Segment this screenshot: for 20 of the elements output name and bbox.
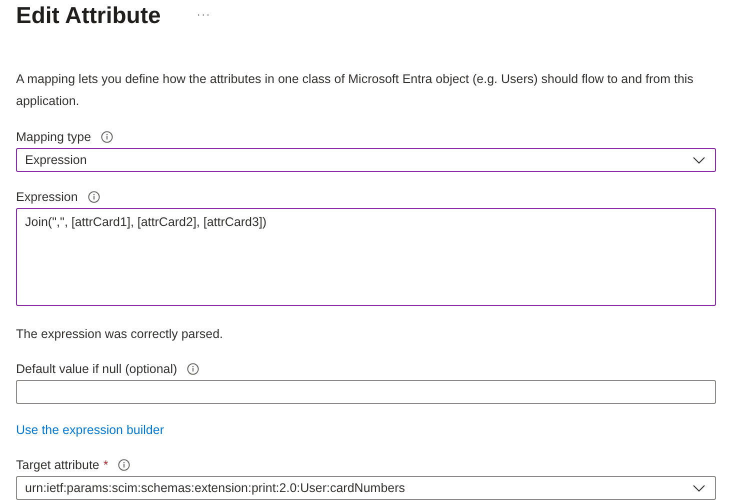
more-options-button[interactable]: ··· bbox=[196, 9, 211, 21]
required-asterisk: * bbox=[103, 458, 108, 472]
chevron-down-icon bbox=[693, 484, 705, 492]
field-label: Mapping type bbox=[16, 130, 92, 144]
info-icon[interactable] bbox=[118, 459, 130, 471]
expression-field[interactable]: Join(",", [attrCard1], [attrCard2], [attrCard3]) bbox=[16, 208, 716, 306]
info-icon[interactable] bbox=[101, 131, 114, 143]
field-label: Default value if null (optional) bbox=[16, 362, 178, 376]
input-field[interactable] bbox=[16, 380, 716, 404]
dropdown-field[interactable]: Expression bbox=[16, 148, 716, 172]
info-icon[interactable] bbox=[187, 363, 200, 375]
dropdown-field[interactable]: urn:ietf:params:scim:schemas:extension:print:2.0:User:cardNumbers bbox=[16, 476, 716, 500]
field-label: Target attribute bbox=[16, 458, 100, 472]
description-text: A mapping lets you define how the attributes in one class of Microsoft Entra object (e.g. Users) should flow to and from this application. bbox=[16, 71, 694, 110]
field-label: Expression bbox=[16, 190, 78, 204]
info-icon[interactable] bbox=[88, 191, 100, 203]
chevron-down-icon bbox=[693, 156, 705, 164]
status-text: The expression was correctly parsed. bbox=[16, 326, 224, 343]
page-title: Edit Attribute bbox=[16, 2, 161, 28]
expression-builder-link[interactable]: Use the expression builder bbox=[16, 420, 164, 440]
